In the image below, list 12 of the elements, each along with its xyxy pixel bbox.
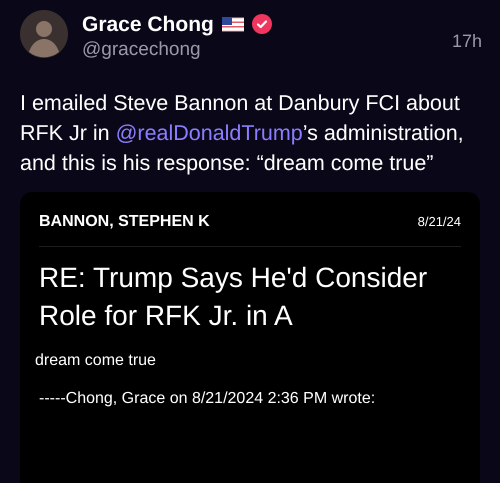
mention-link[interactable]: @realDonaldTrump: [116, 121, 303, 145]
email-body: dream come true: [35, 351, 157, 371]
author-name[interactable]: Grace Chong: [82, 14, 214, 34]
post-text: I emailed Steve Bannon at Danbury FCI about RFK Jr in @realDonaldTrump’s administration, and this is his response: “dream come true”: [20, 90, 465, 177]
email-subject: RE: Trump Says He'd Consider Role for RFK Jr. in A: [39, 261, 428, 333]
author-handle[interactable]: @gracechong: [82, 38, 452, 62]
post-time: 17h: [452, 30, 482, 53]
avatar: [20, 10, 68, 58]
flag-icon: [222, 16, 244, 32]
email-sender: BANNON, STEPHEN K: [39, 212, 210, 232]
quoted-header: -----Chong, Grace on 8/21/2024 2:36 PM wrote:: [39, 389, 376, 409]
email-date: 8/21/24: [418, 213, 461, 232]
